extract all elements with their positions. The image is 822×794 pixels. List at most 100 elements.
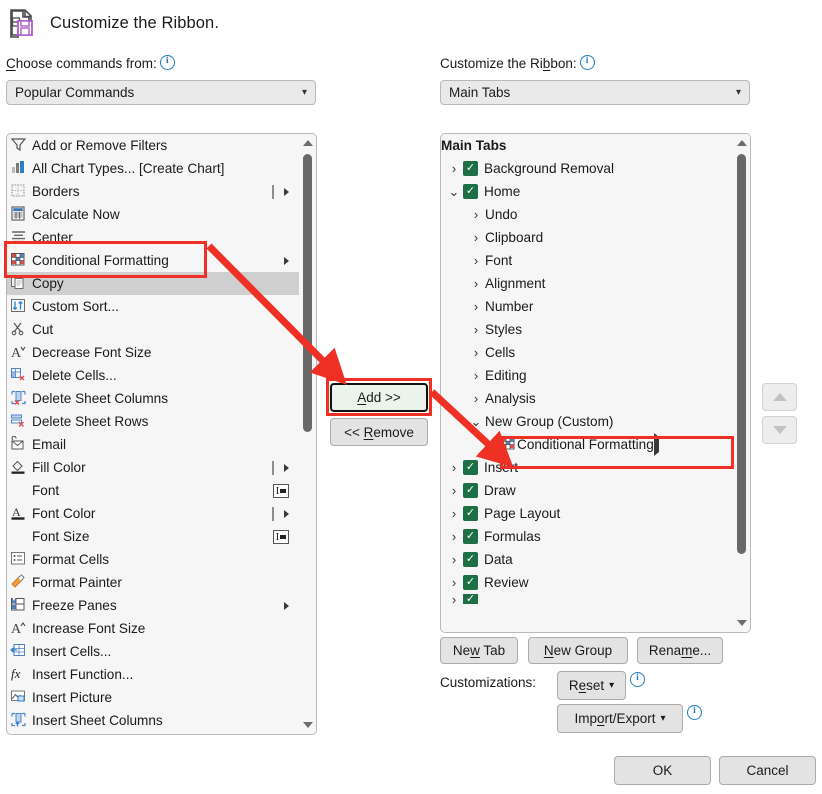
info-icon[interactable]: i — [160, 55, 175, 70]
command-list-item[interactable]: Delete Sheet Rows — [7, 410, 299, 433]
chevron-right-icon[interactable]: › — [445, 529, 463, 544]
tree-item-group[interactable]: ›Alignment — [441, 272, 733, 295]
combo-indicator[interactable]: I — [273, 484, 289, 498]
submenu-arrow[interactable] — [654, 437, 659, 452]
chevron-right-icon[interactable]: › — [445, 161, 463, 176]
chevron-right-icon[interactable]: › — [445, 483, 463, 498]
chevron-right-icon[interactable]: › — [445, 506, 463, 521]
split-dropdown[interactable] — [272, 507, 289, 521]
tab-checkbox[interactable]: ✓ — [463, 529, 478, 544]
command-list-item[interactable]: AIncrease Font Size — [7, 617, 299, 640]
ribbon-tree-listbox[interactable]: Main Tabs›✓Background Removal⌄✓Home›Undo… — [440, 133, 751, 633]
command-list-item[interactable]: Cut — [7, 318, 299, 341]
command-list-item[interactable]: AFont Color — [7, 502, 299, 525]
commands-scrollbar[interactable] — [299, 134, 316, 734]
import-export-button[interactable]: Import/Export ▾ — [557, 704, 683, 733]
command-list-item[interactable]: Copy — [7, 272, 299, 295]
tree-item-tab[interactable]: ›✓Draw — [441, 479, 733, 502]
chevron-right-icon[interactable]: › — [467, 230, 485, 245]
chevron-down-icon[interactable]: ⌄ — [445, 184, 463, 200]
tab-checkbox[interactable]: ✓ — [463, 506, 478, 521]
scroll-thumb[interactable] — [737, 154, 746, 554]
chevron-right-icon[interactable]: › — [467, 276, 485, 291]
commands-listbox[interactable]: Add or Remove FiltersAll Chart Types... … — [6, 133, 317, 735]
command-list-item[interactable]: Format Painter — [7, 571, 299, 594]
info-icon[interactable]: i — [580, 55, 595, 70]
command-list-item[interactable]: Delete Sheet Columns — [7, 387, 299, 410]
cancel-button[interactable]: Cancel — [719, 756, 816, 785]
chevron-right-icon[interactable]: › — [467, 253, 485, 268]
command-list-item[interactable]: Borders — [7, 180, 299, 203]
tree-item-tab[interactable]: ›✓Page Layout — [441, 502, 733, 525]
combo-indicator[interactable]: I — [273, 530, 289, 544]
new-group-button[interactable]: New Group — [528, 637, 628, 664]
command-list-item[interactable]: Font SizeI — [7, 525, 299, 548]
ribbon-tree[interactable]: Main Tabs›✓Background Removal⌄✓Home›Undo… — [441, 134, 733, 632]
tree-item-tab[interactable]: ›✓Insert — [441, 456, 733, 479]
command-list-item[interactable]: Insert Sheet Columns — [7, 709, 299, 732]
choose-commands-combobox[interactable]: Popular Commands ▾ — [6, 80, 316, 105]
tree-item-group[interactable]: ›Number — [441, 295, 733, 318]
move-up-button[interactable] — [762, 383, 797, 411]
submenu-arrow[interactable] — [284, 257, 289, 265]
tree-item-command[interactable]: Conditional Formatting — [500, 433, 732, 456]
chevron-right-icon[interactable]: › — [467, 322, 485, 337]
scroll-thumb[interactable] — [303, 154, 312, 432]
tree-item-tab[interactable]: ⌄✓Home — [441, 180, 733, 203]
tree-item-tab[interactable]: ›✓Formulas — [441, 525, 733, 548]
tab-checkbox[interactable]: ✓ — [463, 161, 478, 176]
command-list-item[interactable]: Email — [7, 433, 299, 456]
submenu-arrow[interactable] — [284, 602, 289, 610]
command-list-item[interactable]: fxInsert Function... — [7, 663, 299, 686]
rename-button[interactable]: Rename... — [637, 637, 723, 664]
chevron-right-icon[interactable]: › — [467, 207, 485, 222]
scroll-down-button[interactable] — [299, 716, 316, 734]
ok-button[interactable]: OK — [614, 756, 711, 785]
chevron-right-icon[interactable]: › — [445, 575, 463, 590]
chevron-right-icon[interactable]: › — [445, 460, 463, 475]
chevron-right-icon[interactable]: › — [467, 368, 485, 383]
tree-header[interactable]: Main Tabs — [441, 134, 733, 157]
split-dropdown[interactable] — [272, 185, 289, 199]
command-list-item[interactable]: ADecrease Font Size — [7, 341, 299, 364]
tab-checkbox[interactable]: ✓ — [463, 460, 478, 475]
tree-item-group[interactable]: ›Undo — [441, 203, 733, 226]
command-list-item[interactable]: Delete Cells... — [7, 364, 299, 387]
tree-item-group[interactable]: ›Font — [441, 249, 733, 272]
chevron-right-icon[interactable]: › — [445, 594, 463, 604]
tree-item-tab[interactable]: ›✓Background Removal — [441, 157, 733, 180]
chevron-right-icon[interactable]: › — [467, 391, 485, 406]
tree-item-group[interactable]: ›Styles — [441, 318, 733, 341]
ribbon-tree-scrollbar[interactable] — [733, 134, 750, 632]
tab-checkbox[interactable]: ✓ — [463, 552, 478, 567]
command-list-item[interactable]: Fill Color — [7, 456, 299, 479]
tree-item-group[interactable]: ›Analysis — [441, 387, 733, 410]
tree-item-group[interactable]: ›Cells — [441, 341, 733, 364]
command-list-item[interactable]: Format Cells — [7, 548, 299, 571]
scroll-down-button[interactable] — [733, 614, 750, 632]
chevron-right-icon[interactable]: › — [445, 552, 463, 567]
chevron-down-icon[interactable]: ⌄ — [467, 414, 485, 430]
tab-checkbox[interactable]: ✓ — [463, 483, 478, 498]
tree-item-group[interactable]: ›Editing — [441, 364, 733, 387]
tree-item-group[interactable]: ⌄New Group (Custom) — [441, 410, 733, 433]
command-list-item[interactable]: Add or Remove Filters — [7, 134, 299, 157]
chevron-right-icon[interactable]: › — [467, 345, 485, 360]
command-list-item[interactable]: Custom Sort... — [7, 295, 299, 318]
reset-button[interactable]: Reset ▾ — [557, 671, 626, 700]
tree-item-tab[interactable]: ›✓Review — [441, 571, 733, 594]
customize-ribbon-combobox[interactable]: Main Tabs ▾ — [440, 80, 750, 105]
commands-list[interactable]: Add or Remove FiltersAll Chart Types... … — [7, 134, 299, 734]
new-tab-button[interactable]: New Tab — [440, 637, 518, 664]
scroll-up-button[interactable] — [733, 134, 750, 152]
command-list-item[interactable]: FontI — [7, 479, 299, 502]
command-list-item[interactable]: Calculate Now — [7, 203, 299, 226]
command-list-item[interactable]: Conditional Formatting — [7, 249, 299, 272]
tab-checkbox[interactable]: ✓ — [463, 594, 478, 604]
info-icon[interactable]: i — [630, 672, 645, 687]
command-list-item[interactable]: All Chart Types... [Create Chart] — [7, 157, 299, 180]
tab-checkbox[interactable]: ✓ — [463, 575, 478, 590]
info-icon[interactable]: i — [687, 705, 702, 720]
remove-button[interactable]: << Remove — [330, 418, 428, 446]
command-list-item[interactable]: Freeze Panes — [7, 594, 299, 617]
